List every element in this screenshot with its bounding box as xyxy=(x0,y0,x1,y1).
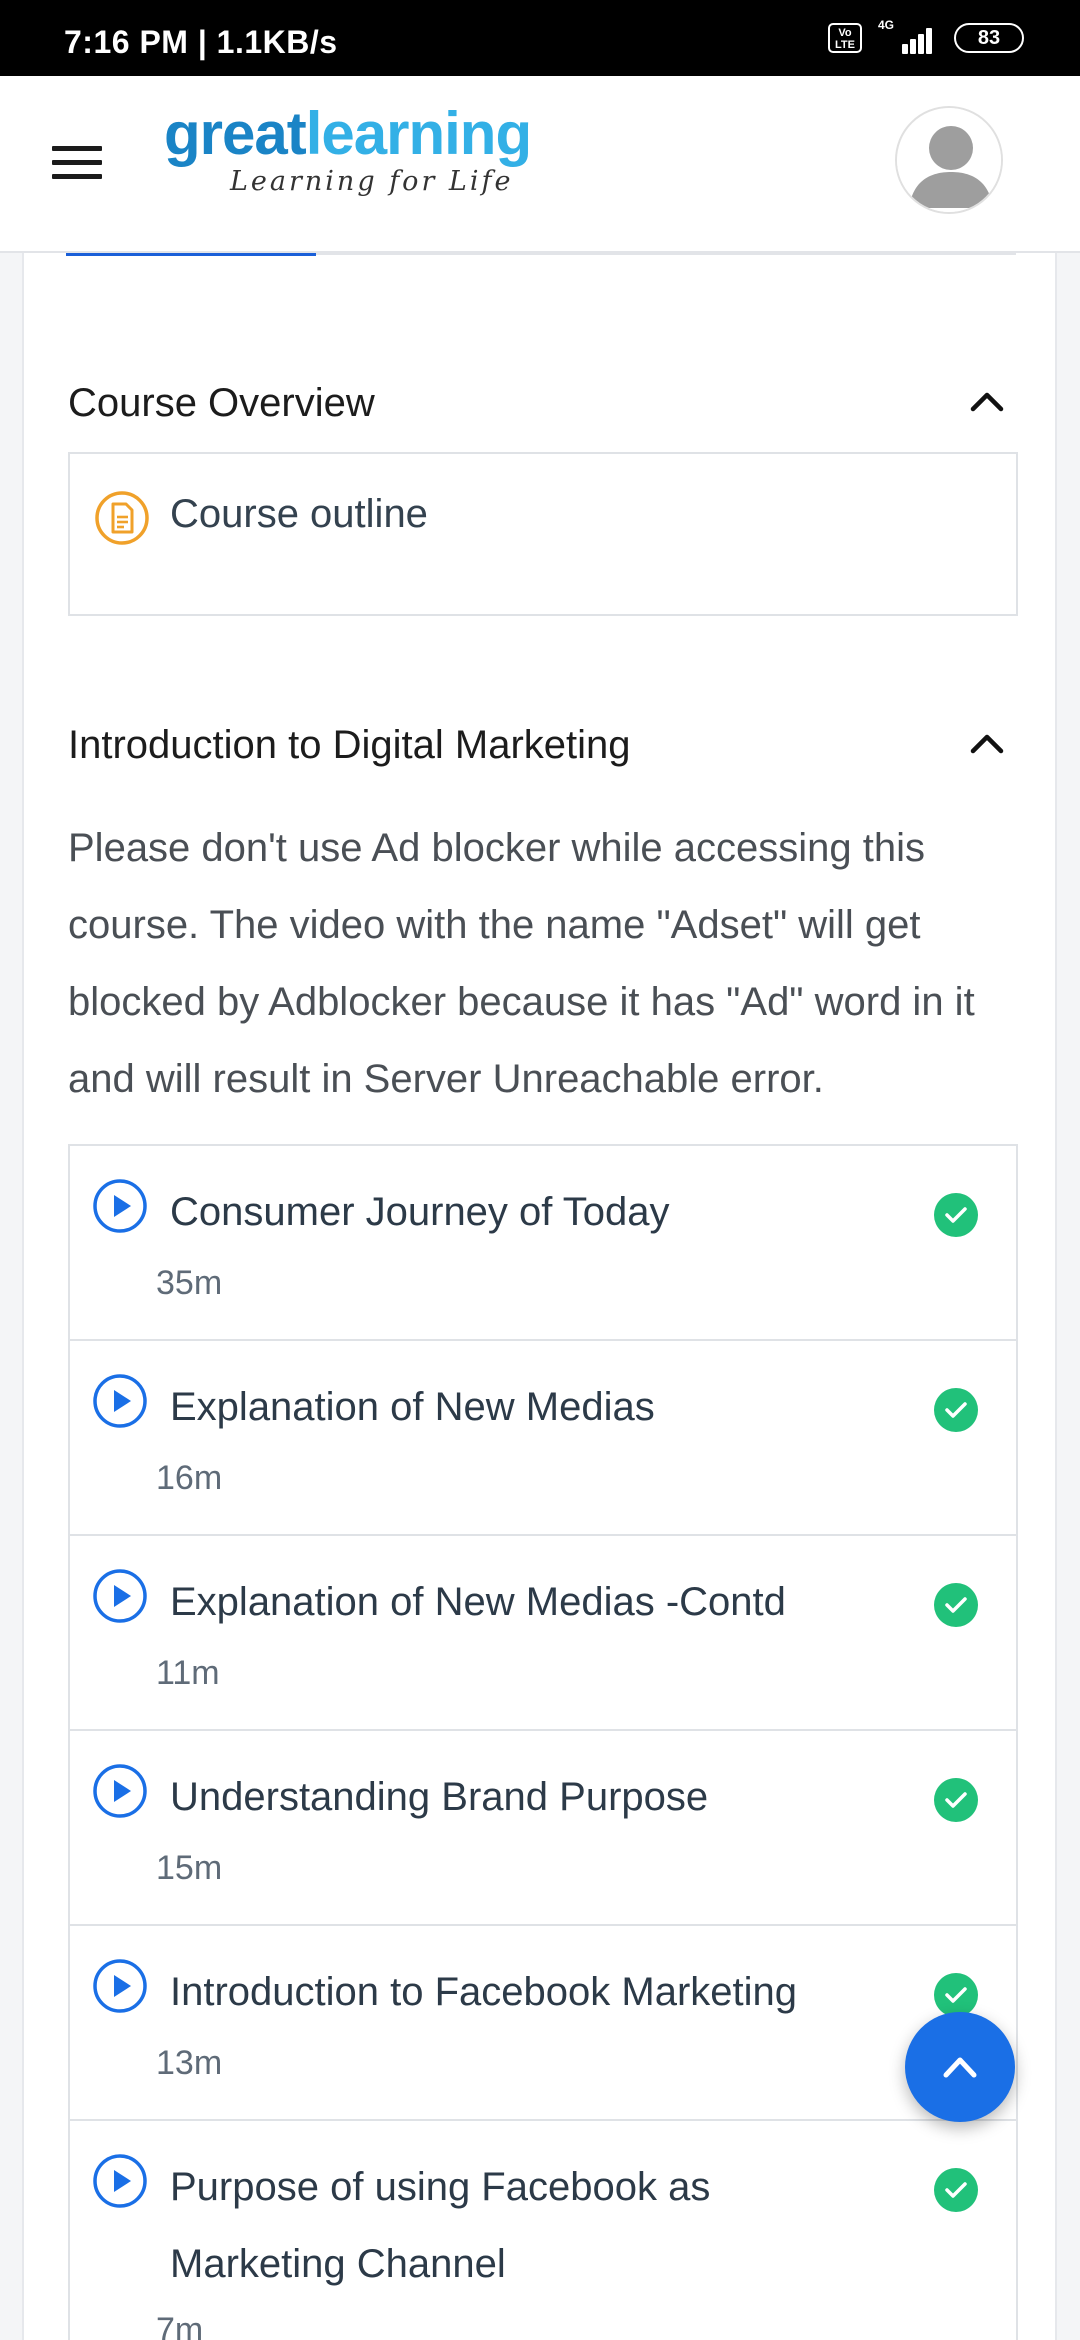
lesson-item[interactable]: Understanding Brand Purpose 15m xyxy=(70,1731,1016,1926)
chevron-up-icon xyxy=(943,2057,977,2078)
lesson-duration: 7m xyxy=(156,2311,204,2340)
logo-part1: great xyxy=(164,100,307,167)
lesson-duration: 13m xyxy=(156,2044,223,2082)
document-icon xyxy=(95,491,149,545)
network-type-label: 4G xyxy=(878,18,895,32)
play-icon xyxy=(93,1374,147,1428)
course-outline-label: Course outline xyxy=(170,492,428,536)
lesson-title: Understanding Brand Purpose xyxy=(170,1775,709,1819)
play-icon xyxy=(93,1764,147,1818)
user-avatar[interactable] xyxy=(895,106,1003,214)
status-time: 7:16 PM | 1.1KB/s xyxy=(64,24,338,60)
section-header-course-overview[interactable]: Course Overview xyxy=(68,371,1018,431)
section-title: Course Overview xyxy=(68,381,375,425)
completed-check-icon xyxy=(934,1193,978,1237)
battery-icon: 83 xyxy=(954,23,1024,53)
chevron-up-icon[interactable] xyxy=(968,385,1006,415)
play-icon xyxy=(93,1569,147,1623)
lesson-title: Introduction to Facebook Marketing xyxy=(170,1970,798,2014)
lesson-duration: 16m xyxy=(156,1459,223,1497)
lesson-item[interactable]: Explanation of New Medias 16m xyxy=(70,1341,1016,1536)
play-icon xyxy=(93,1179,147,1233)
lesson-item[interactable]: Purpose of using Facebook as Marketing C… xyxy=(70,2121,1016,2340)
course-outline-item[interactable]: Course outline xyxy=(68,452,1018,616)
chevron-up-icon[interactable] xyxy=(968,727,1006,757)
lesson-title: Explanation of New Medias xyxy=(170,1385,655,1429)
signal-icon: 4G xyxy=(878,18,938,56)
play-icon xyxy=(93,2154,147,2208)
lesson-item[interactable]: Consumer Journey of Today 35m xyxy=(70,1146,1016,1341)
app-header: greatlearning Learning for Life xyxy=(0,76,1080,253)
status-icons: Vo LTE 4G 83 xyxy=(828,18,1024,56)
lesson-duration: 11m xyxy=(156,1654,220,1692)
active-tab-indicator xyxy=(66,253,316,256)
completed-check-icon xyxy=(934,1778,978,1822)
logo-tagline: Learning for Life xyxy=(230,166,514,197)
course-content: Course Overview Course outline Introduct… xyxy=(22,253,1057,2340)
great-learning-logo[interactable]: greatlearning Learning for Life xyxy=(164,104,584,204)
logo-part2: learning xyxy=(305,100,532,167)
adblocker-notice: Please don't use Ad blocker while access… xyxy=(68,826,975,1101)
completed-check-icon xyxy=(934,2168,978,2212)
lesson-title: Explanation of New Medias -Contd xyxy=(170,1580,786,1624)
lesson-title: Purpose of using Facebook as Marketing C… xyxy=(170,2165,711,2286)
volte-icon: Vo LTE xyxy=(828,23,862,53)
completed-check-icon xyxy=(934,1583,978,1627)
status-bar: 7:16 PM | 1.1KB/s Vo LTE 4G 83 xyxy=(0,0,1080,76)
lesson-duration: 15m xyxy=(156,1849,223,1887)
lesson-title: Consumer Journey of Today xyxy=(170,1190,670,1234)
lesson-list: Consumer Journey of Today 35m Explanatio… xyxy=(68,1144,1018,2340)
completed-check-icon xyxy=(934,1388,978,1432)
play-icon xyxy=(93,1959,147,2013)
lesson-item[interactable]: Explanation of New Medias -Contd 11m xyxy=(70,1536,1016,1731)
section-title: Introduction to Digital Marketing xyxy=(68,723,631,767)
avatar-person-icon xyxy=(897,108,1001,212)
logo-wordmark: greatlearning xyxy=(164,104,584,164)
tab-divider xyxy=(316,253,1016,255)
lesson-duration: 35m xyxy=(156,1264,223,1302)
section-header-intro-digital-marketing[interactable]: Introduction to Digital Marketing xyxy=(68,713,1018,773)
scroll-to-top-button[interactable] xyxy=(905,2012,1015,2122)
lesson-item[interactable]: Introduction to Facebook Marketing 13m xyxy=(70,1926,1016,2121)
hamburger-menu-icon[interactable] xyxy=(52,144,102,182)
